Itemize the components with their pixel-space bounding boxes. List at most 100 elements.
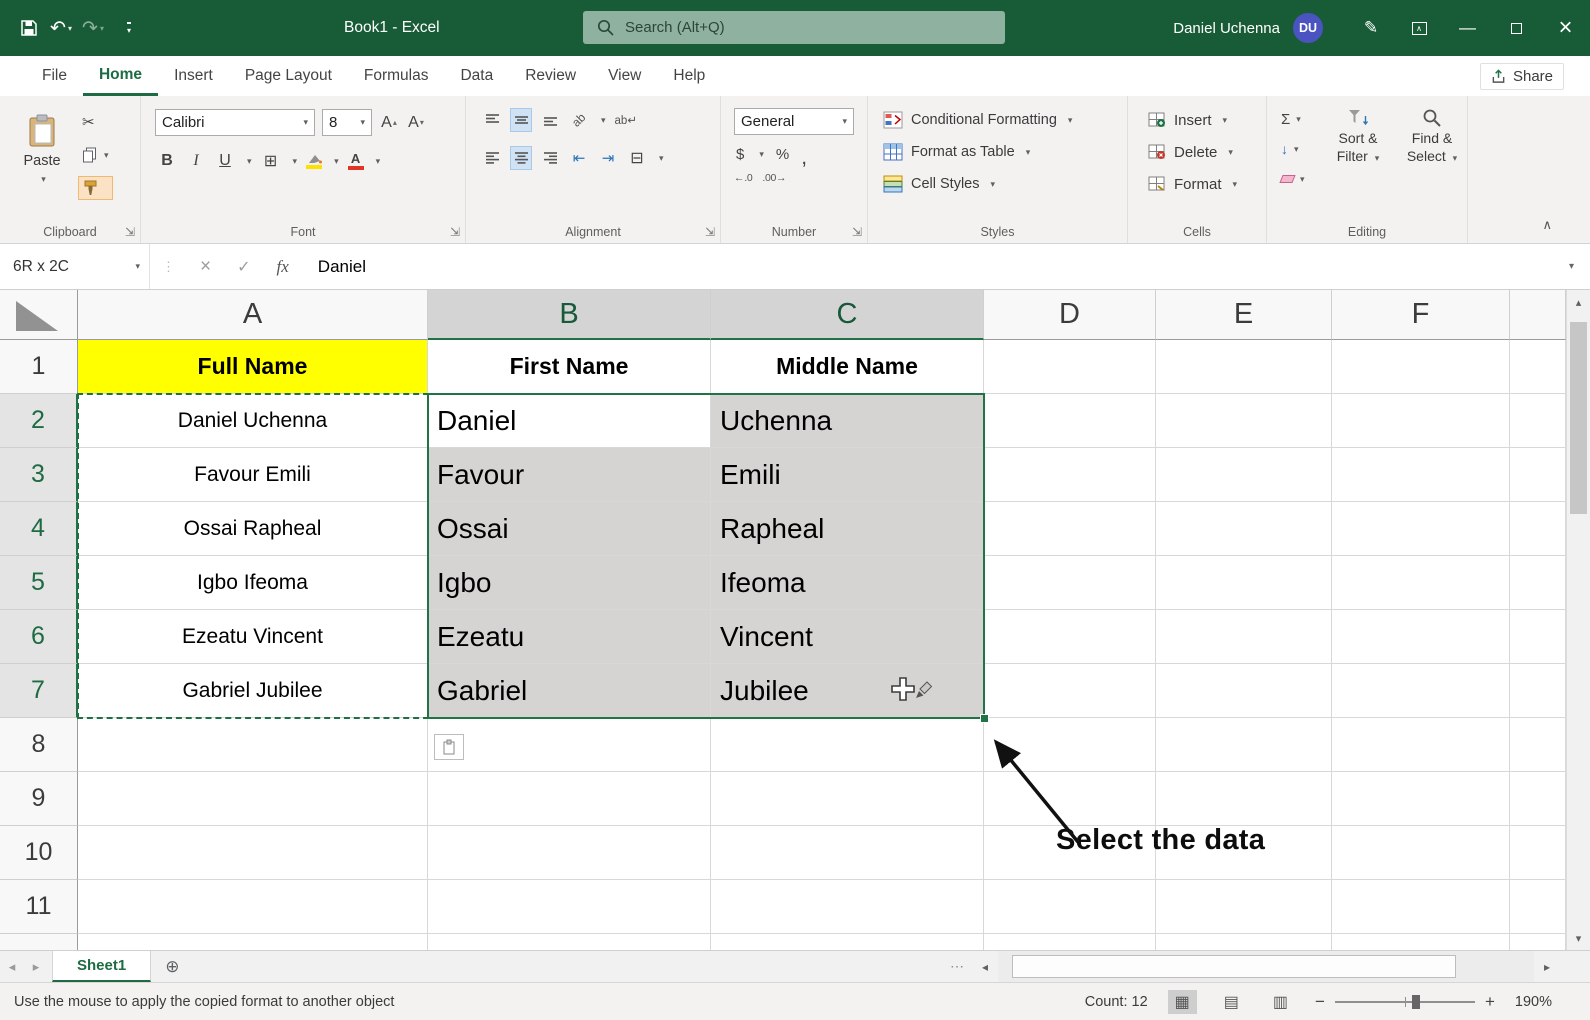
sheet-nav-prev-icon[interactable]: ◂ — [0, 959, 24, 975]
cell-F11[interactable] — [1332, 880, 1510, 934]
tab-view[interactable]: View — [592, 56, 657, 96]
format-painter-button[interactable] — [78, 176, 113, 200]
column-header-A[interactable]: A — [78, 290, 428, 340]
column-header-F[interactable]: F — [1332, 290, 1510, 340]
decrease-indent-button[interactable]: ⇤ — [569, 147, 589, 169]
tab-page-layout[interactable]: Page Layout — [229, 56, 348, 96]
tab-data[interactable]: Data — [444, 56, 509, 96]
cell-F10[interactable] — [1332, 826, 1510, 880]
cell-A12[interactable] — [78, 934, 428, 950]
cell-D2[interactable] — [984, 394, 1156, 448]
vertical-scrollbar-thumb[interactable] — [1570, 322, 1587, 514]
align-middle-button[interactable] — [511, 109, 531, 131]
avatar[interactable]: DU — [1293, 13, 1323, 43]
row-header-5[interactable]: 5 — [0, 556, 78, 610]
page-break-view-button[interactable]: ▥ — [1266, 990, 1295, 1014]
cell-B9[interactable] — [428, 772, 711, 826]
cell-B6[interactable]: Ezeatu — [428, 610, 711, 664]
row-header-8[interactable]: 8 — [0, 718, 78, 772]
row-header-7[interactable]: 7 — [0, 664, 78, 718]
cut-button[interactable]: ✂ — [78, 110, 113, 134]
font-color-button[interactable]: A — [348, 152, 364, 170]
cell-F3[interactable] — [1332, 448, 1510, 502]
hscroll-left-arrow[interactable]: ◂ — [972, 960, 998, 974]
cell-B3[interactable]: Favour — [428, 448, 711, 502]
cell-D1[interactable] — [984, 340, 1156, 394]
cell-A4[interactable]: Ossai Rapheal — [78, 502, 428, 556]
formula-input[interactable]: Daniel — [318, 257, 366, 277]
cell-E11[interactable] — [1156, 880, 1332, 934]
cell-A10[interactable] — [78, 826, 428, 880]
confirm-entry-button[interactable]: ✓ — [237, 257, 250, 277]
orientation-button[interactable]: ab — [569, 109, 589, 131]
cell-E7[interactable] — [1156, 664, 1332, 718]
italic-button[interactable]: I — [186, 150, 206, 172]
tab-insert[interactable]: Insert — [158, 56, 229, 96]
cell-D9[interactable] — [984, 772, 1156, 826]
cell-B5[interactable]: Igbo — [428, 556, 711, 610]
cell-B1[interactable]: First Name — [428, 340, 711, 394]
cell-F4[interactable] — [1332, 502, 1510, 556]
delete-cells-button[interactable]: Delete ▾ — [1128, 136, 1266, 168]
cell-B10[interactable] — [428, 826, 711, 880]
shrink-font-button[interactable]: A▾ — [406, 112, 426, 134]
tab-review[interactable]: Review — [509, 56, 592, 96]
redo-button[interactable]: ↷▾ — [78, 11, 108, 45]
vscroll-up-arrow[interactable]: ▴ — [1567, 290, 1590, 314]
cell-B12[interactable] — [428, 934, 711, 950]
row-header-3[interactable]: 3 — [0, 448, 78, 502]
normal-view-button[interactable]: ▦ — [1168, 990, 1197, 1014]
collapse-ribbon-button[interactable]: ∧ — [1542, 217, 1552, 233]
name-box[interactable]: 6R x 2C▾ — [0, 244, 150, 289]
inking-button[interactable]: ✎ — [1347, 0, 1395, 56]
search-box[interactable]: Search (Alt+Q) — [583, 11, 1005, 44]
cell-A8[interactable] — [78, 718, 428, 772]
insert-cells-button[interactable]: Insert ▾ — [1128, 104, 1266, 136]
row-header-6[interactable]: 6 — [0, 610, 78, 664]
row-header-11[interactable]: 11 — [0, 880, 78, 934]
cell-C6[interactable]: Vincent — [711, 610, 984, 664]
worksheet-grid[interactable]: ABCDEF1Full NameFirst NameMiddle Name2Da… — [0, 290, 1566, 950]
align-top-button[interactable] — [482, 109, 502, 131]
font-size-select[interactable]: 8▾ — [322, 109, 372, 136]
cell-E4[interactable] — [1156, 502, 1332, 556]
insert-function-button[interactable]: fx — [277, 257, 289, 277]
tab-splitter-icon[interactable]: ⋯ — [950, 958, 964, 975]
zoom-in-button[interactable]: + — [1485, 992, 1495, 1012]
select-all-button[interactable] — [0, 290, 78, 340]
fill-button[interactable]: ↓▾ — [1281, 138, 1305, 160]
cell-C12[interactable] — [711, 934, 984, 950]
cell-C11[interactable] — [711, 880, 984, 934]
cell-B2[interactable]: Daniel — [428, 394, 711, 448]
expand-formula-bar-button[interactable]: ▾ — [1569, 261, 1574, 272]
clear-button[interactable]: ▾ — [1281, 168, 1305, 190]
align-bottom-button[interactable] — [540, 109, 560, 131]
zoom-slider[interactable] — [1335, 1001, 1475, 1003]
vscroll-down-arrow[interactable]: ▾ — [1567, 926, 1590, 950]
customize-quick-access-button[interactable]: ▾ — [110, 11, 140, 45]
fill-handle[interactable] — [980, 714, 989, 723]
cell-A7[interactable]: Gabriel Jubilee — [78, 664, 428, 718]
cell-B4[interactable]: Ossai — [428, 502, 711, 556]
format-as-table-button[interactable]: Format as Table ▾ — [868, 136, 1127, 168]
conditional-formatting-button[interactable]: Conditional Formatting ▾ — [868, 104, 1127, 136]
tab-formulas[interactable]: Formulas — [348, 56, 445, 96]
font-dialog-launcher[interactable]: ⇲ — [450, 225, 460, 239]
cell-D5[interactable] — [984, 556, 1156, 610]
cell-E2[interactable] — [1156, 394, 1332, 448]
cell-C2[interactable]: Uchenna — [711, 394, 984, 448]
grow-font-button[interactable]: A▴ — [379, 112, 399, 134]
cell-E3[interactable] — [1156, 448, 1332, 502]
align-left-button[interactable] — [482, 147, 502, 169]
merge-center-button[interactable]: ⊟ — [627, 147, 647, 169]
cell-F1[interactable] — [1332, 340, 1510, 394]
vertical-scrollbar[interactable]: ▴ ▾ — [1566, 290, 1590, 950]
cell-D8[interactable] — [984, 718, 1156, 772]
align-right-button[interactable] — [540, 147, 560, 169]
cell-C5[interactable]: Ifeoma — [711, 556, 984, 610]
paste-options-button[interactable] — [434, 734, 464, 760]
bold-button[interactable]: B — [157, 150, 177, 172]
column-header-D[interactable]: D — [984, 290, 1156, 340]
sort-filter-button[interactable]: Sort &Filter ▾ — [1323, 108, 1393, 165]
align-center-button[interactable] — [511, 147, 531, 169]
